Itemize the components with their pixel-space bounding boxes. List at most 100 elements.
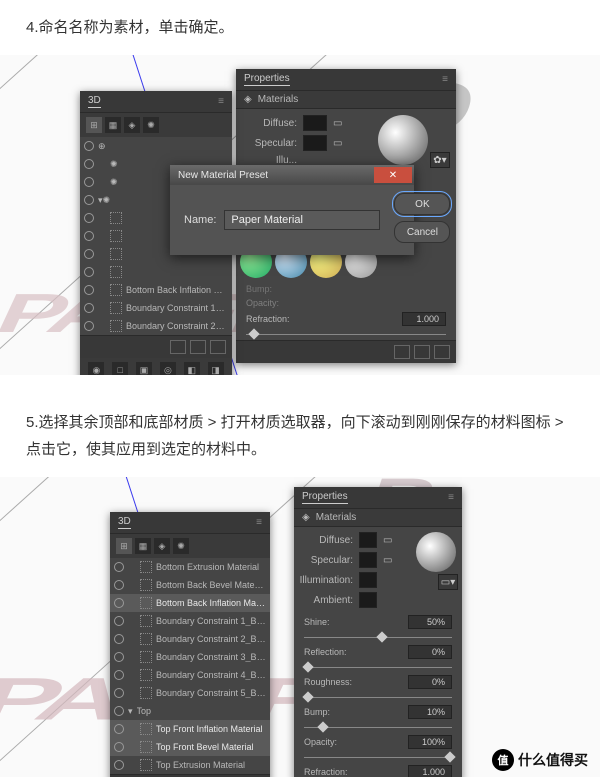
dialog-titlebar[interactable]: New Material Preset ✕ — [170, 165, 414, 185]
slider[interactable] — [376, 631, 387, 642]
specular-swatch[interactable] — [303, 135, 327, 151]
eye-icon[interactable] — [114, 616, 124, 626]
eye-icon[interactable] — [84, 213, 94, 223]
name-input[interactable] — [224, 210, 380, 230]
item-label[interactable]: Bottom Back Inflation Mate... — [126, 285, 228, 295]
refraction-slider[interactable] — [248, 328, 259, 339]
step5-text: 5.选择其余顶部和底部材质 > 打开材质选取器，向下滚动到刚刚保存的材料图标 >… — [0, 375, 600, 477]
eye-icon[interactable] — [84, 195, 94, 205]
folder-icon[interactable]: ▭ — [383, 555, 392, 566]
filter-btn[interactable]: ▦ — [135, 538, 151, 554]
eye-icon[interactable] — [84, 231, 94, 241]
footer-btn[interactable] — [170, 340, 186, 354]
eye-icon[interactable] — [114, 760, 124, 770]
tool[interactable]: ◎ — [160, 362, 176, 375]
panel-title: 3D — [118, 516, 131, 529]
list-item[interactable]: Boundary Constraint 3_Bott... — [110, 648, 270, 666]
eye-icon[interactable] — [114, 598, 124, 608]
eye-icon[interactable] — [84, 267, 94, 277]
diffuse-swatch[interactable] — [359, 532, 377, 548]
list-item[interactable]: Bottom Back Inflation Mate... — [110, 594, 270, 612]
ok-button[interactable]: OK — [394, 193, 450, 215]
eye-icon[interactable] — [114, 724, 124, 734]
specular-swatch[interactable] — [359, 552, 377, 568]
eye-icon[interactable] — [114, 652, 124, 662]
tool[interactable]: ◨ — [208, 362, 224, 375]
bump-value[interactable]: 10% — [408, 705, 452, 719]
panel-header[interactable]: Properties ≡ — [294, 487, 462, 509]
list-item[interactable]: Boundary Constraint 2_Bott... — [110, 630, 270, 648]
reflection-value[interactable]: 0% — [408, 645, 452, 659]
cancel-button[interactable]: Cancel — [394, 221, 450, 243]
menu-lines-icon[interactable]: ≡ — [442, 74, 448, 85]
diffuse-swatch[interactable] — [303, 115, 327, 131]
list-item[interactable]: Bottom Extrusion Material — [110, 558, 270, 576]
item-label[interactable]: Boundary Constraint 2_Bott... — [126, 321, 228, 331]
tool[interactable]: ◧ — [184, 362, 200, 375]
menu-lines-icon[interactable]: ≡ — [256, 517, 262, 528]
roughness-value[interactable]: 0% — [408, 675, 452, 689]
filter-btn[interactable]: ◈ — [154, 538, 170, 554]
close-icon[interactable]: ✕ — [374, 167, 412, 183]
filter-btn[interactable]: ◈ — [124, 117, 140, 133]
eye-icon[interactable] — [114, 580, 124, 590]
menu-lines-icon[interactable]: ≡ — [448, 492, 454, 503]
new-icon[interactable] — [190, 340, 206, 354]
eye-icon[interactable] — [114, 634, 124, 644]
item-label[interactable]: Boundary Constraint 1_Bott... — [126, 303, 228, 313]
list-item[interactable]: Bottom Back Bevel Material — [110, 576, 270, 594]
folder-icon[interactable]: ▭ — [383, 535, 392, 546]
filter-btn[interactable]: ▦ — [105, 117, 121, 133]
eye-icon[interactable] — [114, 670, 124, 680]
list-item[interactable]: Top Extrusion Material — [110, 756, 270, 774]
tool[interactable]: ▣ — [136, 362, 152, 375]
canvas-area-1: PAPER ER Properties ≡ ◈ Materials Diffus… — [0, 55, 600, 375]
preset-gear-button[interactable]: ✿▾ — [430, 152, 450, 168]
eye-icon[interactable] — [84, 303, 94, 313]
folder-icon[interactable]: ▭ — [333, 138, 342, 149]
eye-icon[interactable] — [84, 285, 94, 295]
filter-btn[interactable]: ⊞ — [86, 117, 102, 133]
eye-icon[interactable] — [114, 742, 124, 752]
panel-header[interactable]: 3D ≡ — [80, 91, 232, 113]
eye-icon[interactable] — [114, 562, 124, 572]
list-item[interactable]: ▾Top — [110, 702, 270, 720]
eye-icon[interactable] — [84, 159, 94, 169]
footer-btn[interactable] — [394, 345, 410, 359]
refraction-value[interactable]: 1.000 — [402, 312, 446, 326]
ambient-label: Ambient: — [298, 595, 353, 606]
footer-btn[interactable] — [414, 345, 430, 359]
slider[interactable] — [444, 751, 455, 762]
slider[interactable] — [302, 691, 313, 702]
ambient-swatch[interactable] — [359, 592, 377, 608]
eye-icon[interactable] — [84, 321, 94, 331]
eye-icon[interactable] — [84, 249, 94, 259]
slider[interactable] — [317, 721, 328, 732]
eye-icon[interactable] — [114, 706, 124, 716]
illum-swatch[interactable] — [359, 572, 377, 588]
tool[interactable]: □ — [112, 362, 128, 375]
list-item[interactable]: Boundary Constraint 1_Bott... — [110, 612, 270, 630]
eye-icon[interactable] — [84, 177, 94, 187]
filter-btn[interactable]: ✺ — [173, 538, 189, 554]
list-item[interactable]: Top Front Inflation Material — [110, 720, 270, 738]
eye-icon[interactable] — [114, 688, 124, 698]
tool[interactable]: ◉ — [88, 362, 104, 375]
folder-icon[interactable]: ▭ — [333, 118, 342, 129]
list-item[interactable]: Top Front Bevel Material — [110, 738, 270, 756]
list-item[interactable]: Boundary Constraint 4_Bott... — [110, 666, 270, 684]
trash-icon[interactable] — [434, 345, 450, 359]
panel-header[interactable]: 3D ≡ — [110, 512, 270, 534]
opacity-value[interactable]: 100% — [408, 735, 452, 749]
menu-lines-icon[interactable]: ≡ — [218, 96, 224, 107]
panel-header[interactable]: Properties ≡ — [236, 69, 456, 91]
shine-value[interactable]: 50% — [408, 615, 452, 629]
eye-icon[interactable] — [84, 141, 94, 151]
refraction-value[interactable]: 1.000 — [408, 765, 452, 777]
filter-btn[interactable]: ⊞ — [116, 538, 132, 554]
slider[interactable] — [302, 661, 313, 672]
preset-gear-button[interactable]: ▭▾ — [438, 574, 458, 590]
trash-icon[interactable] — [210, 340, 226, 354]
filter-btn[interactable]: ✺ — [143, 117, 159, 133]
list-item[interactable]: Boundary Constraint 5_Bott... — [110, 684, 270, 702]
